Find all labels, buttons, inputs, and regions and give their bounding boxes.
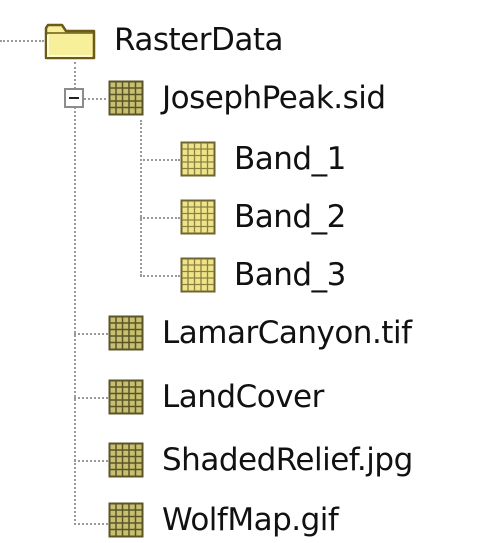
tree-item-label: Band_3	[234, 257, 346, 293]
tree-connector	[140, 120, 142, 276]
tree-item-band-3[interactable]: Band_3	[180, 252, 346, 298]
raster-band-icon	[180, 141, 216, 177]
tree-connector	[140, 159, 180, 161]
tree-item-label: LamarCanyon.tif	[162, 315, 412, 351]
tree-connector	[74, 333, 108, 335]
tree-connector	[140, 275, 180, 277]
tree-item-label: RasterData	[114, 22, 284, 58]
tree-item-josephpeak-sid[interactable]: JosephPeak.sid	[108, 75, 386, 121]
tree-connector	[140, 217, 180, 219]
tree-item-wolfmap-gif[interactable]: WolfMap.gif	[108, 497, 339, 543]
raster-dataset-icon	[108, 502, 144, 538]
tree-item-band-2[interactable]: Band_2	[180, 194, 346, 240]
tree-item-rasterdata[interactable]: RasterData	[44, 17, 284, 63]
tree-item-shadedrelief-jpg[interactable]: ShadedRelief.jpg	[108, 437, 413, 483]
tree-item-landcover[interactable]: LandCover	[108, 374, 324, 420]
tree-item-label: ShadedRelief.jpg	[162, 442, 413, 478]
tree-item-label: JosephPeak.sid	[162, 80, 386, 116]
raster-dataset-icon	[108, 80, 144, 116]
tree-item-label: LandCover	[162, 379, 324, 415]
raster-band-icon	[180, 257, 216, 293]
tree-item-band-1[interactable]: Band_1	[180, 136, 346, 182]
tree-item-lamarcanyon-tif[interactable]: LamarCanyon.tif	[108, 310, 412, 356]
tree-connector	[74, 62, 76, 525]
catalog-tree: RasterData JosephPeak.sid Band_1 Band_2 …	[0, 0, 502, 543]
tree-item-label: Band_1	[234, 141, 346, 177]
folder-icon	[44, 20, 96, 60]
raster-band-icon	[180, 199, 216, 235]
tree-item-label: WolfMap.gif	[162, 502, 339, 538]
raster-dataset-icon	[108, 442, 144, 478]
raster-dataset-icon	[108, 315, 144, 351]
tree-connector	[0, 40, 44, 42]
tree-connector	[74, 397, 108, 399]
raster-dataset-icon	[108, 379, 144, 415]
tree-connector	[74, 460, 108, 462]
collapse-minus-icon[interactable]	[64, 88, 84, 108]
tree-connector	[84, 98, 106, 100]
tree-item-label: Band_2	[234, 199, 346, 235]
tree-connector	[74, 523, 108, 525]
